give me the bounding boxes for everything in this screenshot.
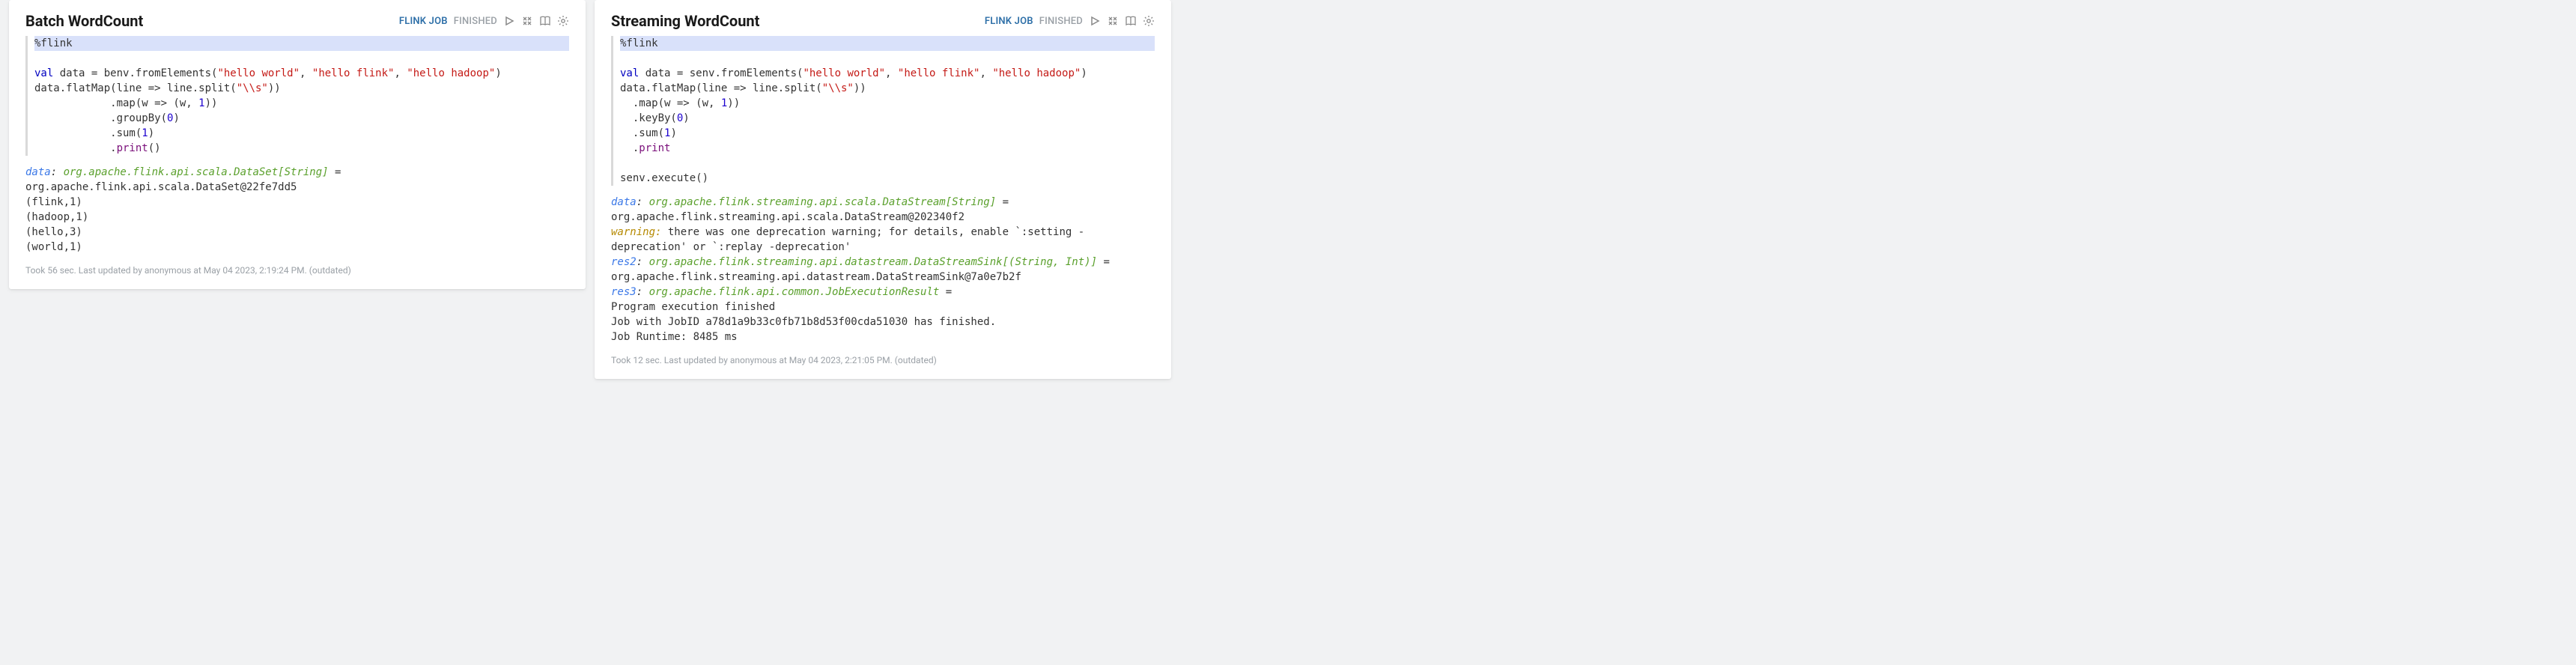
flink-job-link[interactable]: FLINK JOB bbox=[395, 16, 448, 27]
paragraph-footer: Took 56 sec. Last updated by anonymous a… bbox=[25, 265, 569, 276]
code-editor[interactable]: %flink val data = senv.fromElements("hel… bbox=[611, 36, 1155, 186]
paragraph-title: Batch WordCount bbox=[25, 12, 143, 30]
book-icon[interactable] bbox=[1125, 15, 1137, 27]
paragraph-footer: Took 12 sec. Last updated by anonymous a… bbox=[611, 355, 1155, 365]
hide-output-button[interactable] bbox=[1107, 15, 1119, 27]
flink-job-label: FLINK JOB bbox=[399, 16, 448, 27]
flink-job-link[interactable]: FLINK JOB bbox=[980, 16, 1033, 27]
run-button[interactable] bbox=[1089, 15, 1101, 27]
code-content: %flink val data = benv.fromElements("hel… bbox=[34, 36, 569, 156]
paragraph-header: Streaming WordCount FLINK JOB FINISHED bbox=[611, 12, 1155, 30]
book-icon[interactable] bbox=[539, 15, 551, 27]
paragraph-batch: Batch WordCount FLINK JOB FINISHED bbox=[9, 0, 586, 289]
output-block: data: org.apache.flink.streaming.api.sca… bbox=[611, 195, 1155, 344]
status-badge: FINISHED bbox=[454, 16, 497, 27]
output-block: data: org.apache.flink.api.scala.DataSet… bbox=[25, 165, 569, 255]
settings-button[interactable] bbox=[557, 15, 569, 27]
paragraph-header: Batch WordCount FLINK JOB FINISHED bbox=[25, 12, 569, 30]
gutter bbox=[25, 36, 28, 156]
hide-output-button[interactable] bbox=[521, 15, 533, 27]
paragraph-toolbar: FLINK JOB FINISHED bbox=[980, 15, 1155, 27]
code-editor[interactable]: %flink val data = benv.fromElements("hel… bbox=[25, 36, 569, 156]
run-button[interactable] bbox=[503, 15, 515, 27]
code-content: %flink val data = senv.fromElements("hel… bbox=[620, 36, 1155, 186]
paragraph-title: Streaming WordCount bbox=[611, 12, 759, 30]
status-badge: FINISHED bbox=[1039, 16, 1083, 27]
paragraph-streaming: Streaming WordCount FLINK JOB FINISHED bbox=[595, 0, 1171, 379]
settings-button[interactable] bbox=[1143, 15, 1155, 27]
gutter bbox=[611, 36, 613, 186]
flink-job-label: FLINK JOB bbox=[985, 16, 1033, 27]
paragraph-toolbar: FLINK JOB FINISHED bbox=[395, 15, 569, 27]
